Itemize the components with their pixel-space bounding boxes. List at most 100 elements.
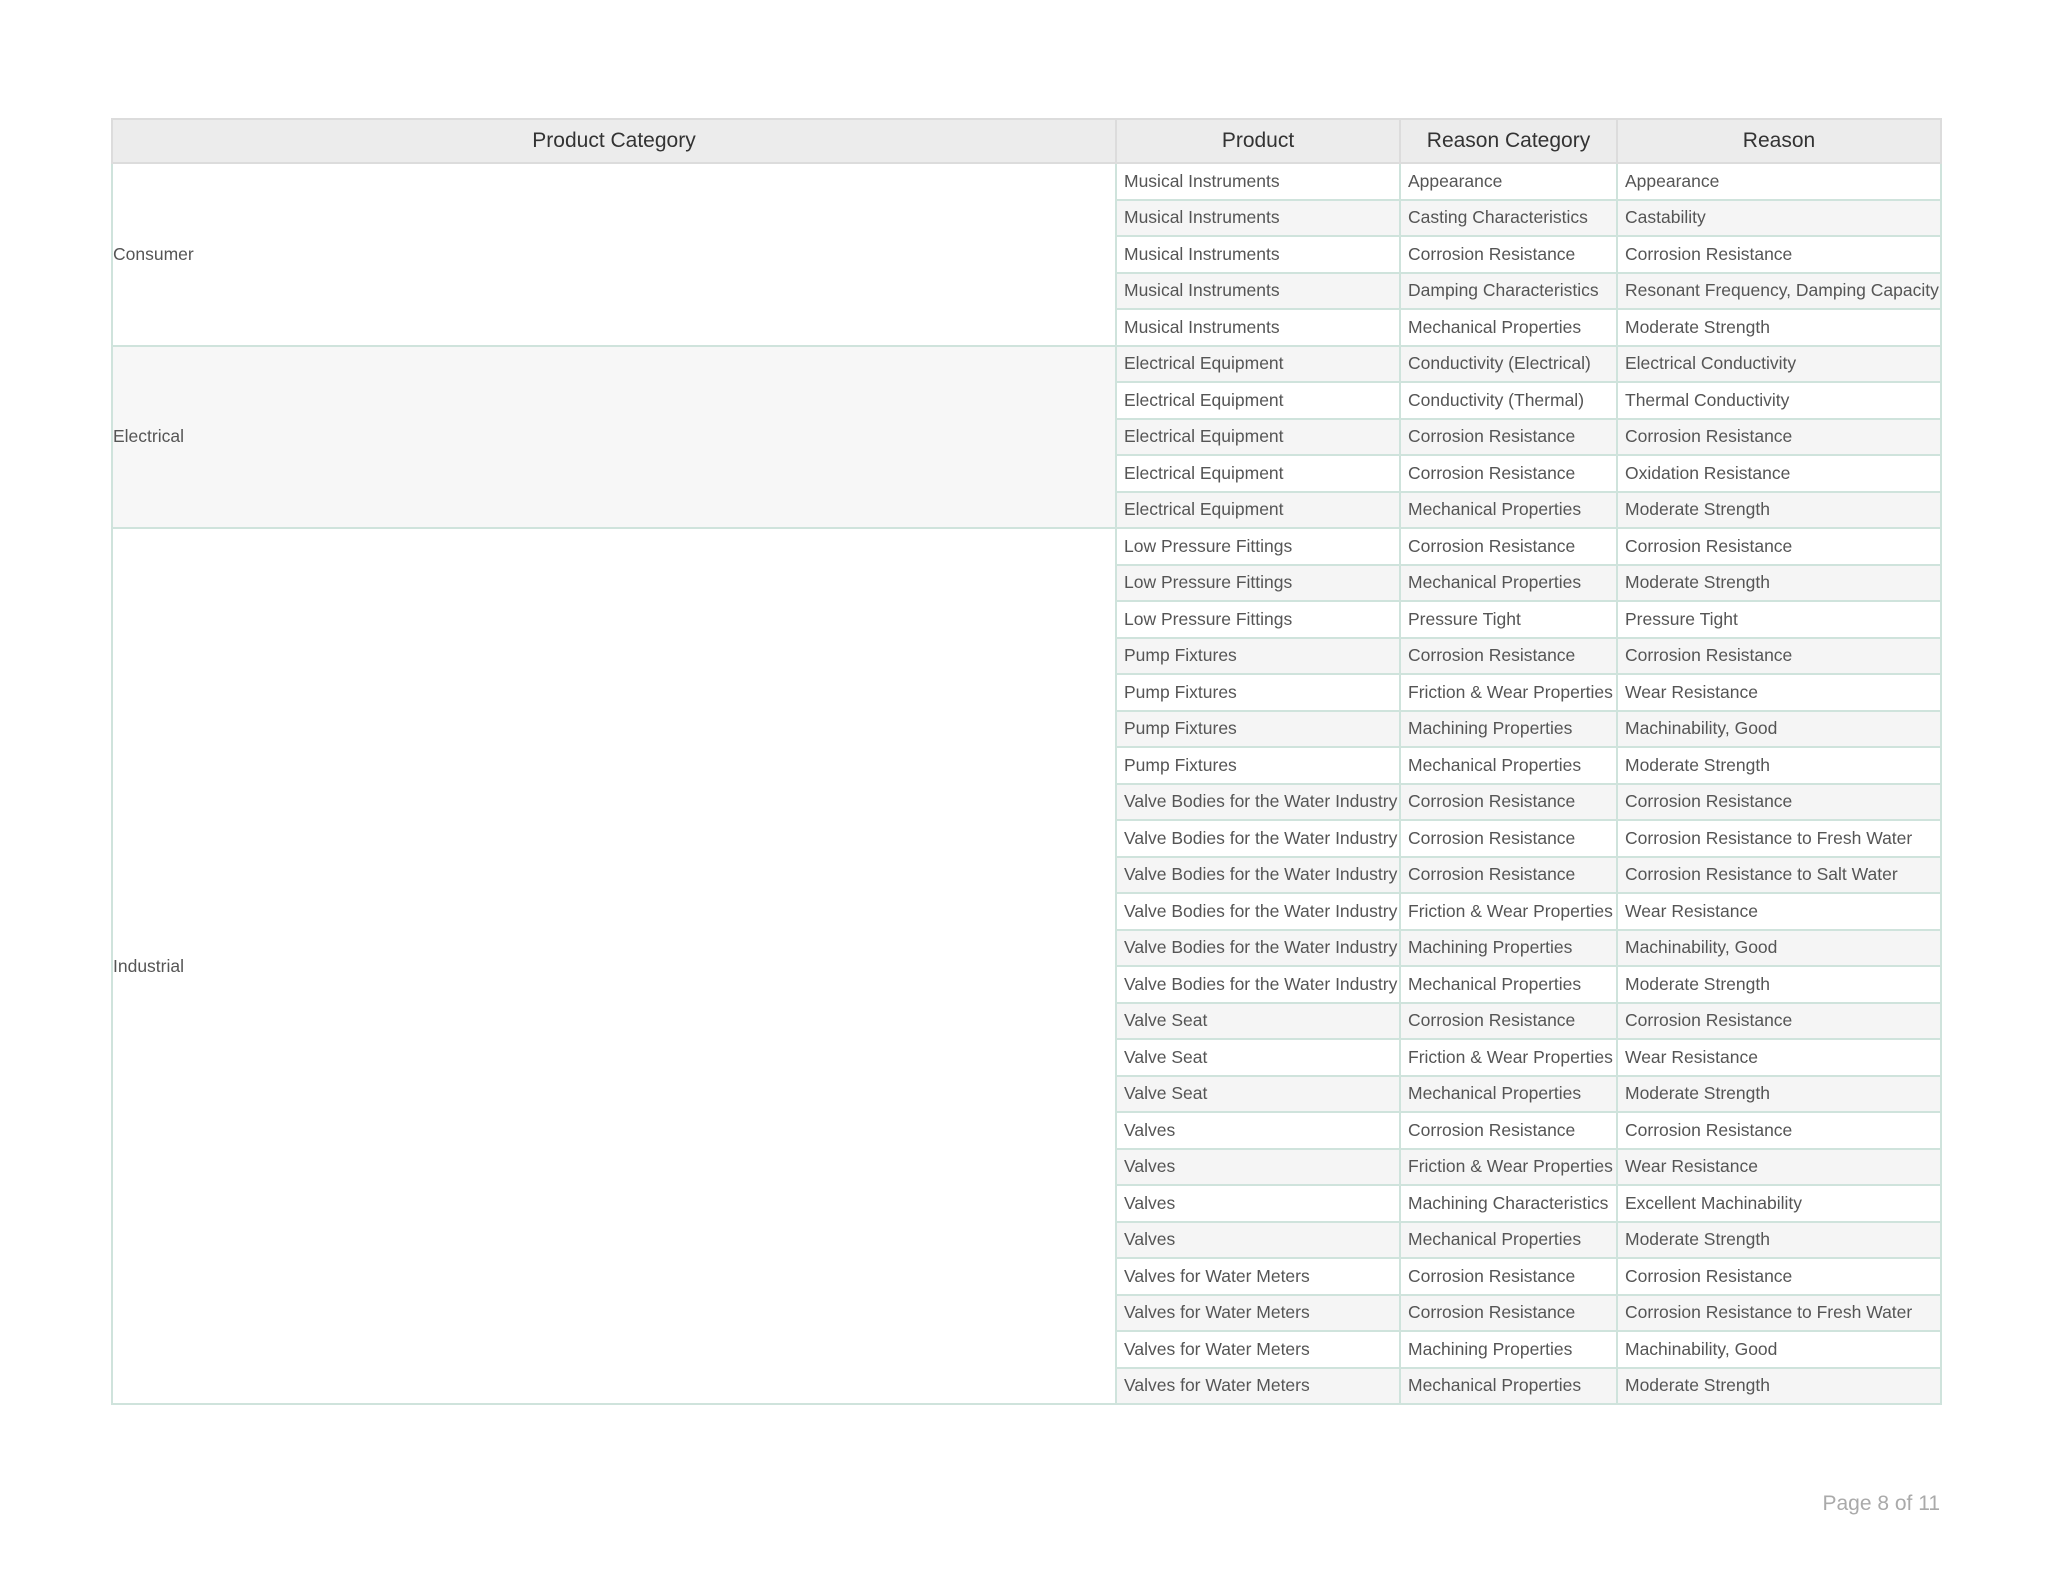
- product-cell: Valve Seat: [1115, 1074, 1401, 1113]
- reason-category-cell: Mechanical Properties: [1399, 965, 1618, 1004]
- reason-cell: Moderate Strength: [1616, 1074, 1942, 1113]
- reason-cell: Wear Resistance: [1616, 1147, 1942, 1186]
- table-row: Electrical Electrical Equipment Conductivi…: [111, 344, 1942, 529]
- product-cell: Valves for Water Meters: [1115, 1366, 1401, 1405]
- product-cell: Valves: [1115, 1111, 1401, 1150]
- reason-category-cell: Corrosion Resistance: [1399, 454, 1618, 493]
- reason-category-cell: Machining Properties: [1399, 1330, 1618, 1369]
- product-cell: Electrical Equipment: [1115, 490, 1401, 529]
- reason-cell: Oxidation Resistance: [1616, 454, 1942, 493]
- product-cell: Valves for Water Meters: [1115, 1257, 1401, 1296]
- product-cell: Valve Bodies for the Water Industry: [1115, 965, 1401, 1004]
- reason-category-cell: Machining Properties: [1399, 709, 1618, 748]
- product-cell: Valve Bodies for the Water Industry: [1115, 855, 1401, 894]
- reason-category-cell: Mechanical Properties: [1399, 563, 1618, 602]
- page-number: Page 8 of 11: [1822, 1492, 1940, 1515]
- reason-category-cell: Machining Properties: [1399, 928, 1618, 967]
- reason-category-cell: Mechanical Properties: [1399, 490, 1618, 529]
- reason-cell: Machinability, Good: [1616, 709, 1942, 748]
- reason-cell: Corrosion Resistance: [1616, 782, 1942, 821]
- product-category-cell: Industrial: [111, 527, 1117, 1405]
- product-cell: Electrical Equipment: [1115, 417, 1401, 456]
- reason-cell: Castability: [1616, 198, 1942, 237]
- table-row: Consumer Musical Instruments Appearance App…: [111, 162, 1942, 347]
- reason-cell: Moderate Strength: [1616, 490, 1942, 529]
- product-cell: Valves for Water Meters: [1115, 1330, 1401, 1369]
- product-cell: Low Pressure Fittings: [1115, 527, 1401, 566]
- header-reason-category: Reason Category: [1399, 118, 1618, 164]
- reason-cell: Thermal Conductivity: [1616, 381, 1942, 420]
- reason-category-cell: Casting Characteristics: [1399, 198, 1618, 237]
- reason-category-cell: Machining Characteristics: [1399, 1184, 1618, 1223]
- reason-category-cell: Corrosion Resistance: [1399, 417, 1618, 456]
- product-cell: Valve Seat: [1115, 1038, 1401, 1077]
- reason-cell: Moderate Strength: [1616, 563, 1942, 602]
- reason-cell: Moderate Strength: [1616, 1220, 1942, 1259]
- reason-cell: Machinability, Good: [1616, 1330, 1942, 1369]
- table-body: Consumer Musical Instruments Appearance App…: [111, 162, 1942, 1405]
- reason-category-cell: Corrosion Resistance: [1399, 527, 1618, 566]
- reason-cell: Machinability, Good: [1616, 928, 1942, 967]
- reason-cell: Corrosion Resistance: [1616, 1257, 1942, 1296]
- reason-cell: Pressure Tight: [1616, 600, 1942, 639]
- reason-category-cell: Friction & Wear Properties: [1399, 1147, 1618, 1186]
- product-cell: Low Pressure Fittings: [1115, 563, 1401, 602]
- reason-cell: Corrosion Resistance: [1616, 636, 1942, 675]
- reason-category-cell: Pressure Tight: [1399, 600, 1618, 639]
- reason-category-cell: Friction & Wear Properties: [1399, 1038, 1618, 1077]
- product-cell: Electrical Equipment: [1115, 344, 1401, 383]
- product-cell: Pump Fixtures: [1115, 709, 1401, 748]
- reason-cell: Electrical Conductivity: [1616, 344, 1942, 383]
- reason-category-cell: Corrosion Resistance: [1399, 235, 1618, 274]
- reason-cell: Corrosion Resistance: [1616, 1111, 1942, 1150]
- product-cell: Electrical Equipment: [1115, 454, 1401, 493]
- reason-cell: Moderate Strength: [1616, 965, 1942, 1004]
- reason-cell: Corrosion Resistance to Fresh Water: [1616, 819, 1942, 858]
- reason-cell: Moderate Strength: [1616, 308, 1942, 347]
- reason-category-cell: Corrosion Resistance: [1399, 1293, 1618, 1332]
- reason-category-cell: Mechanical Properties: [1399, 1366, 1618, 1405]
- product-cell: Valves: [1115, 1147, 1401, 1186]
- product-category-cell: Electrical: [111, 344, 1117, 529]
- reason-cell: Resonant Frequency, Damping Capacity: [1616, 271, 1942, 310]
- data-table: Product Category Product Reason Category…: [111, 118, 1942, 1405]
- reason-category-cell: Corrosion Resistance: [1399, 855, 1618, 894]
- product-cell: Valves for Water Meters: [1115, 1293, 1401, 1332]
- header-product-category: Product Category: [111, 118, 1117, 164]
- product-category-cell: Consumer: [111, 162, 1117, 347]
- reason-category-cell: Conductivity (Thermal): [1399, 381, 1618, 420]
- reason-category-cell: Corrosion Resistance: [1399, 636, 1618, 675]
- reason-category-cell: Mechanical Properties: [1399, 1074, 1618, 1113]
- reason-category-cell: Corrosion Resistance: [1399, 782, 1618, 821]
- reason-category-cell: Friction & Wear Properties: [1399, 673, 1618, 712]
- reason-cell: Excellent Machinability: [1616, 1184, 1942, 1223]
- reason-cell: Moderate Strength: [1616, 746, 1942, 785]
- reason-cell: Corrosion Resistance to Fresh Water: [1616, 1293, 1942, 1332]
- product-cell: Electrical Equipment: [1115, 381, 1401, 420]
- reason-category-cell: Mechanical Properties: [1399, 1220, 1618, 1259]
- header-reason: Reason: [1616, 118, 1942, 164]
- reason-cell: Moderate Strength: [1616, 1366, 1942, 1405]
- reason-cell: Wear Resistance: [1616, 673, 1942, 712]
- reason-cell: Corrosion Resistance: [1616, 527, 1942, 566]
- reason-category-cell: Mechanical Properties: [1399, 746, 1618, 785]
- table-row: Industrial Low Pressure Fittings Corrosion…: [111, 527, 1942, 1405]
- header-product: Product: [1115, 118, 1401, 164]
- reason-cell: Corrosion Resistance: [1616, 235, 1942, 274]
- reason-category-cell: Corrosion Resistance: [1399, 819, 1618, 858]
- reason-cell: Corrosion Resistance: [1616, 1001, 1942, 1040]
- product-cell: Musical Instruments: [1115, 162, 1401, 201]
- product-cell: Valve Bodies for the Water Industry: [1115, 892, 1401, 931]
- product-cell: Valves: [1115, 1220, 1401, 1259]
- reason-category-cell: Corrosion Resistance: [1399, 1001, 1618, 1040]
- product-cell: Valve Seat: [1115, 1001, 1401, 1040]
- product-cell: Valve Bodies for the Water Industry: [1115, 782, 1401, 821]
- reason-category-cell: Friction & Wear Properties: [1399, 892, 1618, 931]
- reason-cell: Wear Resistance: [1616, 892, 1942, 931]
- reason-cell: Appearance: [1616, 162, 1942, 201]
- product-cell: Musical Instruments: [1115, 308, 1401, 347]
- reason-category-cell: Corrosion Resistance: [1399, 1111, 1618, 1150]
- reason-category-cell: Appearance: [1399, 162, 1618, 201]
- product-cell: Valves: [1115, 1184, 1401, 1223]
- product-cell: Low Pressure Fittings: [1115, 600, 1401, 639]
